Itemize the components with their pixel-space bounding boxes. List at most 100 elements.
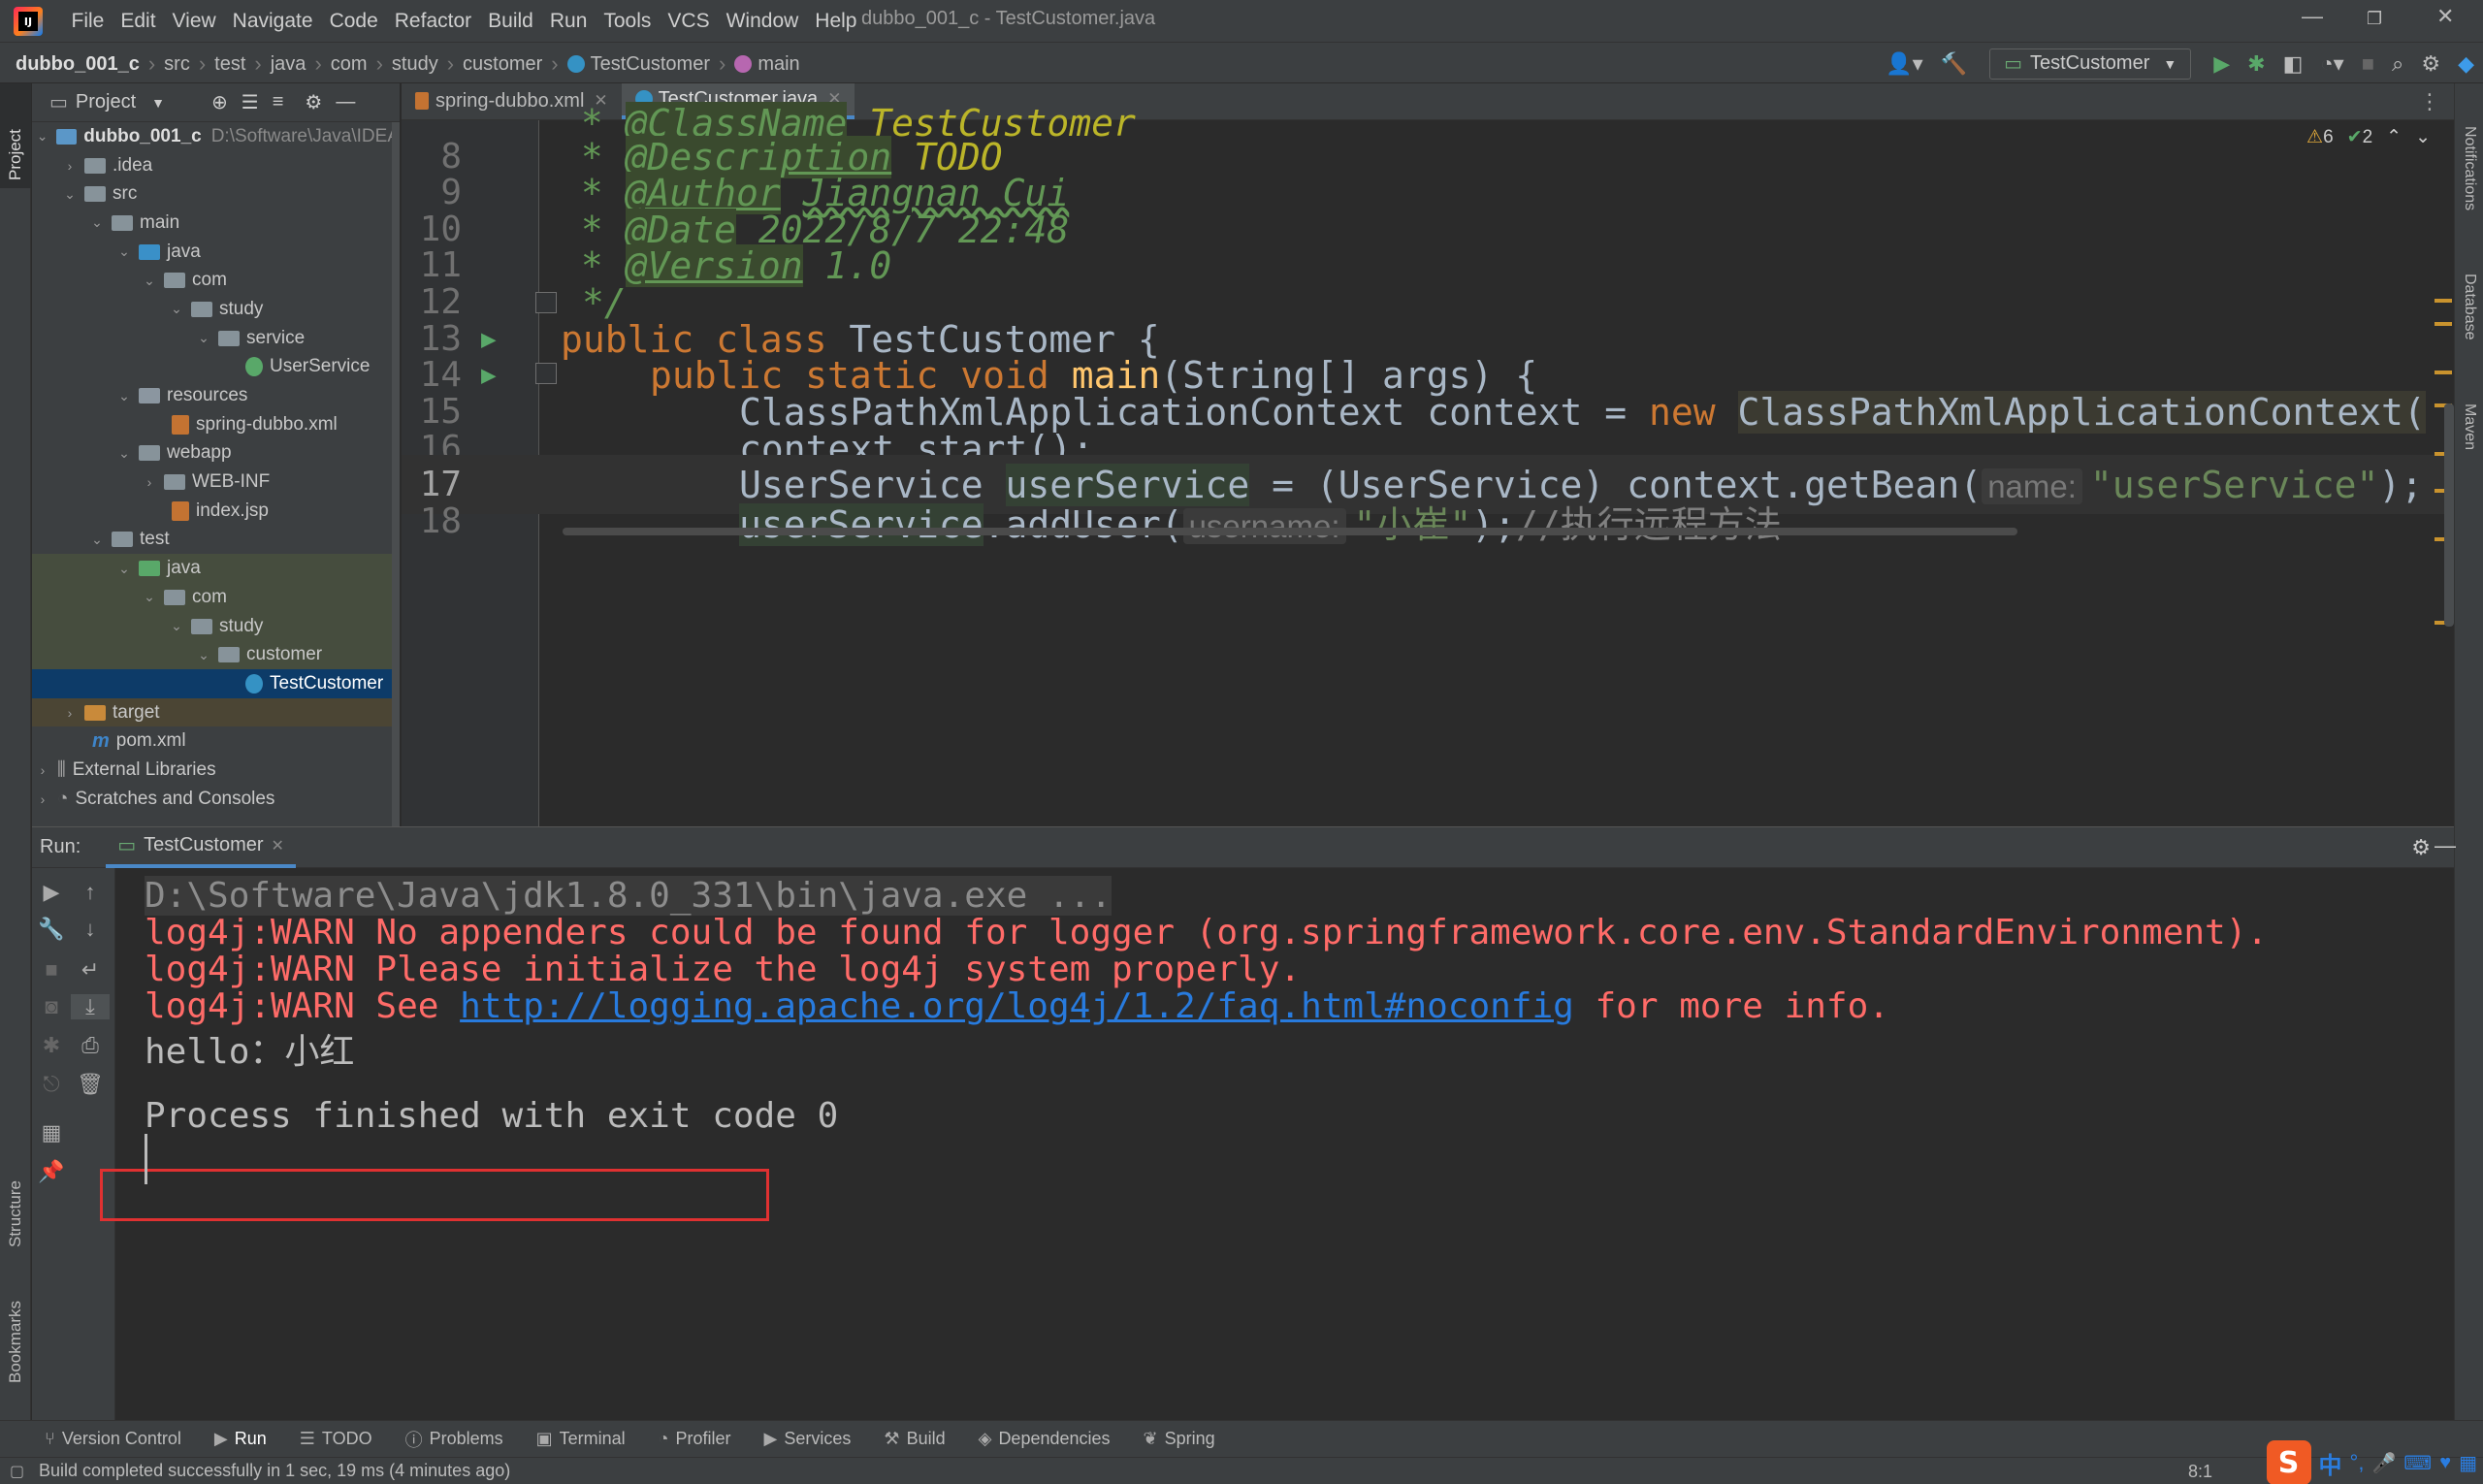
ime-skin-icon[interactable]: ♥ — [2439, 1452, 2451, 1474]
tree-node-idea[interactable]: › .idea — [32, 151, 400, 180]
stop-icon[interactable]: ■ — [2362, 51, 2374, 77]
coverage-icon[interactable]: ◧ — [2283, 51, 2304, 77]
tool-run[interactable]: ▶ Run — [214, 1429, 267, 1449]
tool-dependencies[interactable]: ◈ Dependencies — [979, 1429, 1111, 1449]
caret-position[interactable]: 8:1 — [2188, 1462, 2212, 1482]
project-panel-title[interactable]: Project — [76, 91, 136, 113]
tree-node-spring-dubbo-xml[interactable]: spring-dubbo.xml — [32, 410, 400, 439]
minimize-icon[interactable]: — — [2302, 4, 2323, 29]
search-icon[interactable]: ⌕ — [2392, 51, 2403, 77]
trash-icon[interactable]: 🗑 — [71, 1072, 110, 1097]
database-tool-button[interactable]: Database — [2461, 274, 2478, 340]
run-tab-testcustomer[interactable]: ▭ TestCustomer ✕ — [106, 827, 296, 868]
arrow-down-icon[interactable]: ↓ — [71, 917, 110, 942]
tool-todo[interactable]: ☰ TODO — [300, 1429, 372, 1449]
layout-icon[interactable]: ▦ — [32, 1120, 71, 1145]
rerun-icon[interactable]: ▶ — [32, 880, 71, 905]
editor-horizontal-scrollbar[interactable] — [563, 528, 2017, 535]
menu-vcs[interactable]: VCS — [660, 10, 718, 33]
ime-toolbox-icon[interactable]: ▦ — [2459, 1451, 2477, 1475]
menu-edit[interactable]: Edit — [113, 10, 164, 33]
expand-all-icon[interactable]: ☰ — [242, 90, 259, 114]
ime-voice-icon[interactable]: 🎤 — [2371, 1451, 2396, 1475]
arrow-up-icon[interactable]: ↑ — [71, 880, 110, 905]
tool-terminal[interactable]: ▣ Terminal — [536, 1429, 626, 1449]
tree-node-testcustomer[interactable]: TestCustomer — [32, 669, 400, 698]
profile-icon[interactable]: ◔▾ — [2320, 51, 2343, 77]
tree-node-root[interactable]: ⌄ dubbo_001_c D:\Software\Java\IDEA — [32, 122, 400, 151]
breadcrumb-project[interactable]: dubbo_001_c › — [16, 51, 164, 77]
tool-services[interactable]: ▶ Services — [764, 1429, 852, 1449]
menu-build[interactable]: Build — [480, 10, 542, 33]
pin-icon[interactable]: 📌 — [32, 1159, 71, 1184]
breadcrumb-java[interactable]: java › — [271, 51, 331, 77]
tree-node-test[interactable]: ⌄ test — [32, 526, 400, 555]
breadcrumb-class[interactable]: TestCustomer › — [566, 51, 735, 77]
tool-version-control[interactable]: ⑂ Version Control — [45, 1429, 181, 1449]
menu-window[interactable]: Window — [718, 10, 807, 33]
exit-icon[interactable]: ⎋ — [32, 1072, 71, 1097]
chevron-down-icon[interactable]: ▼ — [151, 95, 165, 111]
tree-node-webapp[interactable]: ⌄ webapp — [32, 439, 400, 468]
wrench-icon[interactable]: 🔧 — [32, 917, 71, 942]
settings-gear-icon[interactable]: ⚙ — [2421, 51, 2440, 77]
tree-node-main-com[interactable]: ⌄ com — [32, 266, 400, 295]
jetbrains-toolbox-icon[interactable]: ◆ — [2458, 51, 2474, 77]
breadcrumb-customer[interactable]: customer › — [463, 51, 567, 77]
collapse-all-icon[interactable]: ≡ — [273, 91, 284, 113]
tree-node-resources[interactable]: ⌄ resources — [32, 381, 400, 410]
tree-node-customer[interactable]: ⌄ customer — [32, 640, 400, 670]
sogou-ime-icon[interactable]: S — [2266, 1440, 2311, 1484]
run-config-select[interactable]: ▭ TestCustomer ▼ — [1989, 48, 2192, 80]
breadcrumb-study[interactable]: study › — [392, 51, 463, 77]
menu-help[interactable]: Help — [807, 10, 865, 33]
tool-build[interactable]: ⚒ Build — [884, 1429, 945, 1449]
notifications-tool-button[interactable]: Notifications — [2461, 126, 2478, 210]
tree-node-test-study[interactable]: ⌄ study — [32, 611, 400, 641]
locate-icon[interactable]: ⊕ — [211, 90, 228, 114]
tree-node-external-libraries[interactable]: › ⫼ External Libraries — [32, 756, 400, 785]
tree-node-main-study[interactable]: ⌄ study — [32, 295, 400, 324]
soft-wrap-icon[interactable]: ↵ — [71, 957, 110, 983]
menu-tools[interactable]: Tools — [596, 10, 660, 33]
stop-icon[interactable]: ■ — [32, 957, 71, 983]
close-tab-icon[interactable]: ✕ — [272, 836, 284, 855]
editor-vertical-scrollbar[interactable] — [2444, 403, 2454, 627]
ime-language-mode[interactable]: 中 — [2319, 1446, 2342, 1480]
close-icon[interactable]: ✕ — [2436, 4, 2454, 29]
console-output[interactable]: D:\Software\Java\jdk1.8.0_331\bin\java.e… — [100, 868, 2454, 1420]
options-gear-icon[interactable]: ⚙ — [305, 90, 322, 114]
breadcrumb-com[interactable]: com › — [331, 51, 392, 77]
tree-node-userservice[interactable]: UserService — [32, 353, 400, 382]
tree-node-index-jsp[interactable]: index.jsp — [32, 497, 400, 526]
hide-panel-icon[interactable]: — — [2435, 833, 2456, 858]
project-scrollbar[interactable] — [392, 122, 400, 826]
menu-code[interactable]: Code — [321, 10, 386, 33]
menu-view[interactable]: View — [164, 10, 224, 33]
hide-panel-icon[interactable]: — — [336, 91, 355, 113]
scroll-to-end-icon[interactable]: ⤓ — [71, 994, 110, 1019]
settings-gear-icon[interactable]: ⚙ — [2411, 835, 2431, 860]
menu-file[interactable]: File — [63, 10, 113, 33]
tree-node-pom-xml[interactable]: m pom.xml — [32, 726, 400, 756]
ime-punctuation-icon[interactable]: °, — [2350, 1450, 2365, 1475]
tree-node-test-java[interactable]: ⌄ java — [32, 554, 400, 583]
run-icon[interactable]: ▶ — [2213, 51, 2230, 77]
next-highlight-icon[interactable]: ⌄ — [2415, 126, 2431, 148]
camera-icon[interactable]: ◙ — [32, 994, 71, 1019]
tool-spring[interactable]: ❦ Spring — [1144, 1429, 1215, 1449]
tool-profiler[interactable]: ◔ Profiler — [659, 1429, 731, 1449]
log4j-faq-link[interactable]: http://logging.apache.org/log4j/1.2/faq.… — [460, 986, 1574, 1026]
previous-highlight-icon[interactable]: ⌃ — [2386, 126, 2402, 148]
maximize-icon[interactable]: ❐ — [2367, 9, 2382, 29]
fold-marker-icon[interactable] — [535, 363, 557, 384]
tree-node-web-inf[interactable]: › WEB-INF — [32, 468, 400, 497]
tree-node-test-com[interactable]: ⌄ com — [32, 583, 400, 612]
breadcrumb-test[interactable]: test › — [214, 51, 271, 77]
tree-node-main[interactable]: ⌄ main — [32, 209, 400, 238]
tree-node-target[interactable]: › target — [32, 697, 400, 727]
menu-run[interactable]: Run — [541, 10, 596, 33]
menu-refactor[interactable]: Refactor — [386, 10, 479, 33]
tree-node-src[interactable]: ⌄ src — [32, 179, 400, 209]
user-icon[interactable]: 👤▾ — [1886, 51, 1922, 77]
